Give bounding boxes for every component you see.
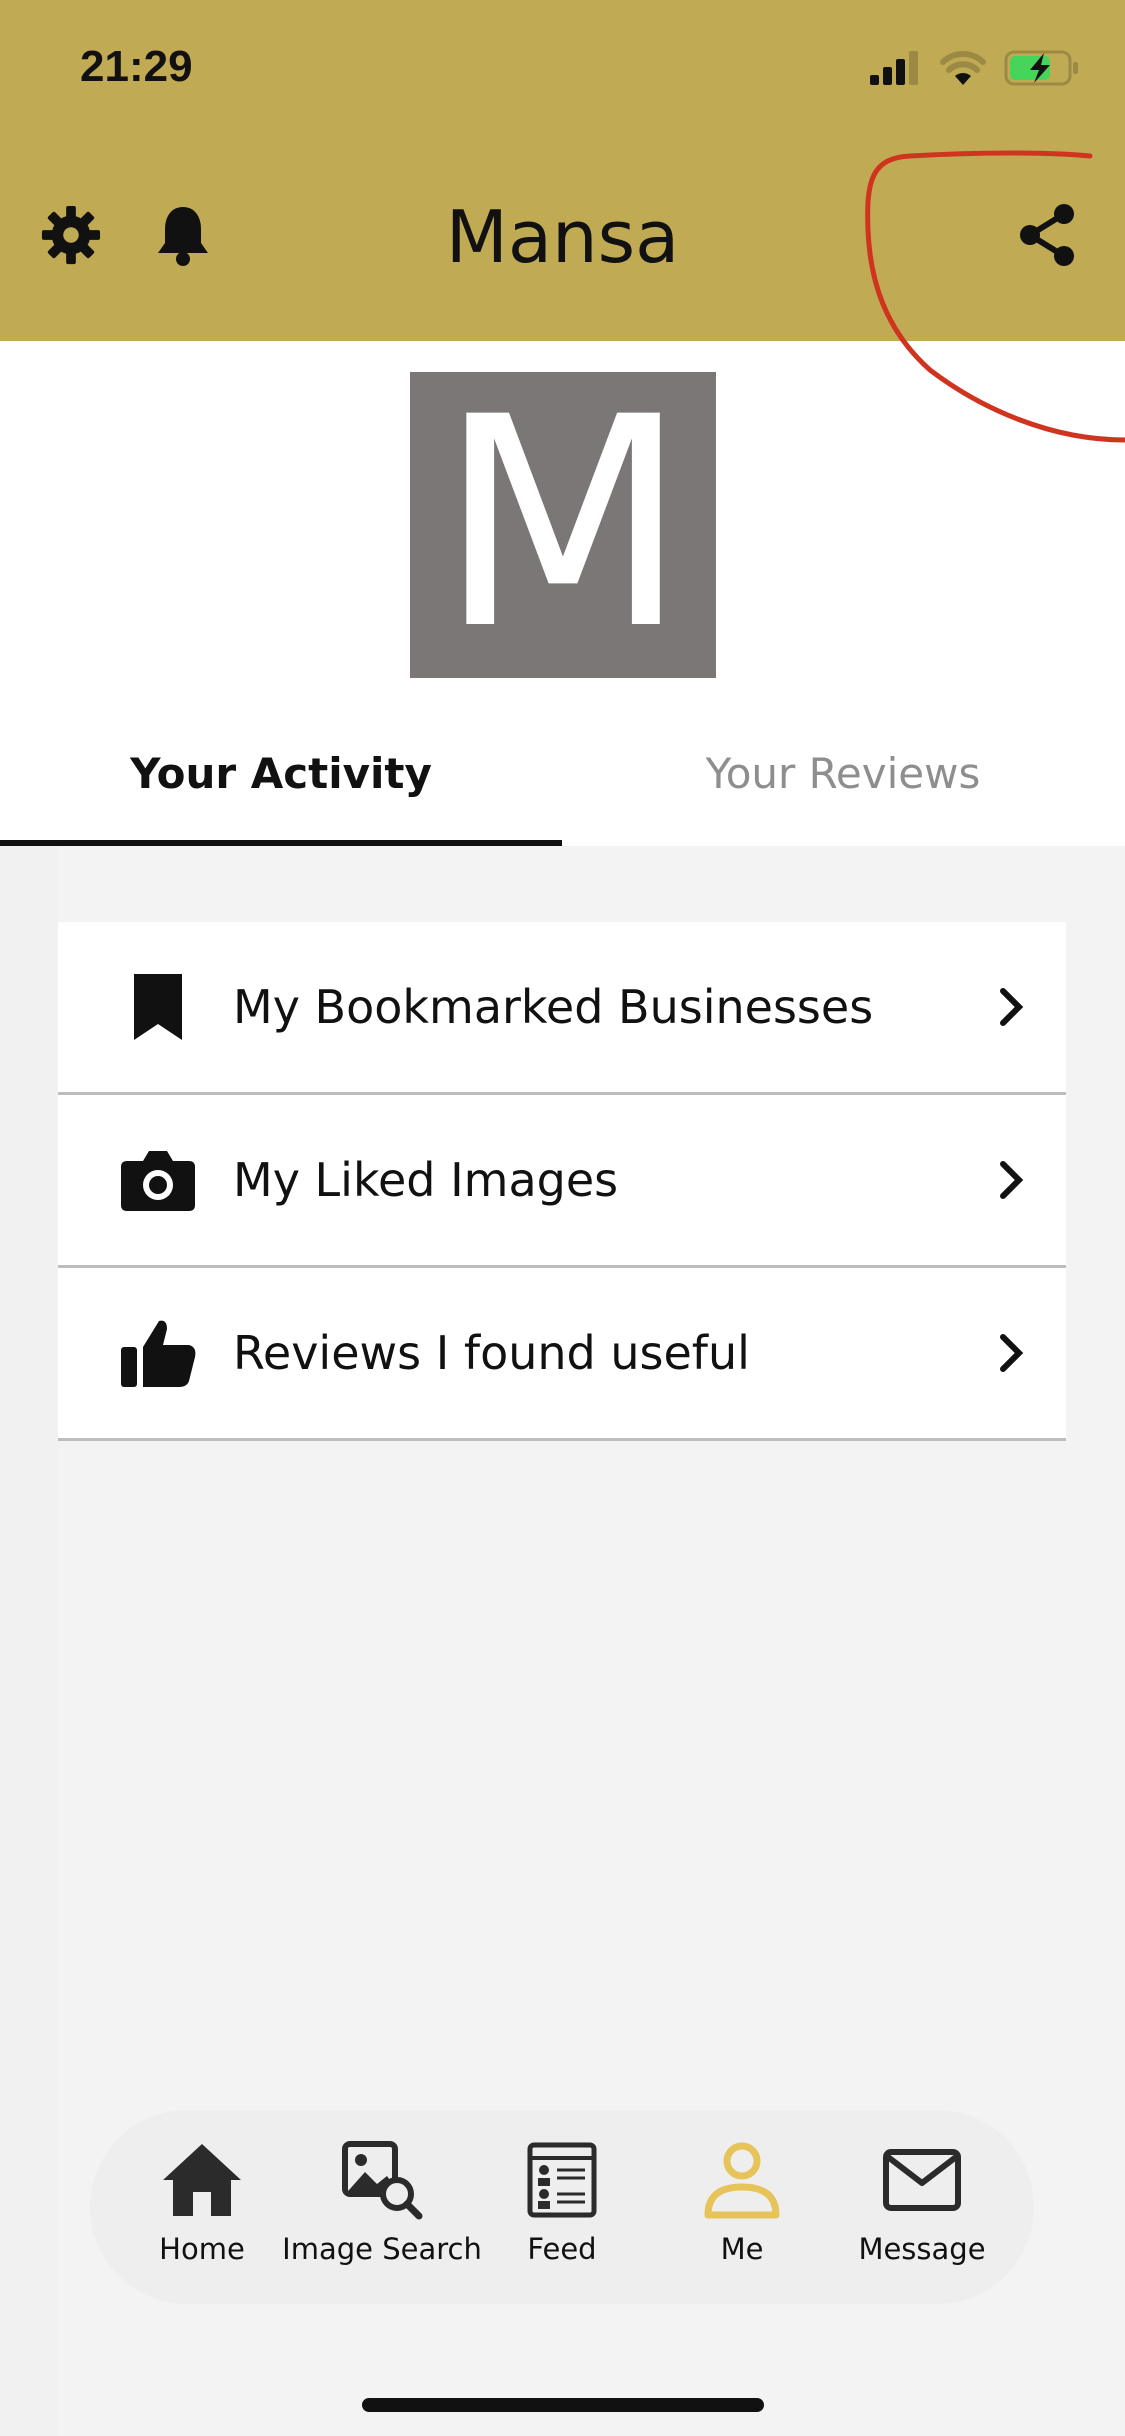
status-time: 21:29 [80,42,193,91]
thumbs-up-icon [118,1313,198,1393]
chevron-right-icon [991,982,1031,1032]
nav-label: Me [720,2232,764,2266]
feed-icon [519,2140,605,2220]
tab-bar: Your Activity Your Reviews [0,700,1125,846]
nav-home[interactable]: Home [112,2140,292,2280]
nav-me[interactable]: Me [652,2140,832,2280]
home-indicator[interactable] [362,2398,764,2412]
app-header: 21:29 Mansa [0,0,1125,341]
left-gutter [0,846,58,2436]
list-item-label: Reviews I found useful [233,1326,750,1380]
list-item-label: My Bookmarked Businesses [233,980,874,1034]
nav-feed[interactable]: Feed [472,2140,652,2280]
wifi-icon [940,51,986,85]
nav-label: Home [159,2232,245,2266]
avatar: M [410,372,716,678]
bottom-nav: Home Image Search Feed Me Message [90,2110,1034,2304]
status-icons [870,48,1080,88]
page-title: Mansa [445,195,680,279]
nav-label: Feed [527,2232,597,2266]
tab-your-reviews[interactable]: Your Reviews [562,700,1124,846]
person-icon [699,2140,785,2220]
image-search-icon [339,2140,425,2220]
nav-message[interactable]: Message [832,2140,1012,2280]
nav-label: Message [858,2232,986,2266]
home-icon [159,2140,245,2220]
bookmark-icon [118,967,198,1047]
share-button[interactable] [1012,200,1082,270]
chevron-right-icon [991,1155,1031,1205]
nav-label: Image Search [282,2232,482,2266]
envelope-icon [879,2140,965,2220]
activity-list: My Bookmarked Businesses My Liked Images [58,922,1066,1441]
share-icon [1020,204,1074,266]
nav-image-search[interactable]: Image Search [282,2140,482,2280]
list-item-label: My Liked Images [233,1153,619,1207]
chevron-right-icon [991,1328,1031,1378]
list-item-bookmarked-businesses[interactable]: My Bookmarked Businesses [58,922,1066,1095]
camera-icon [118,1140,198,1220]
signal-icon [870,51,918,85]
list-item-useful-reviews[interactable]: Reviews I found useful [58,1268,1066,1441]
list-item-liked-images[interactable]: My Liked Images [58,1095,1066,1268]
tab-your-activity[interactable]: Your Activity [0,700,562,846]
battery-charging-icon [1004,50,1078,86]
